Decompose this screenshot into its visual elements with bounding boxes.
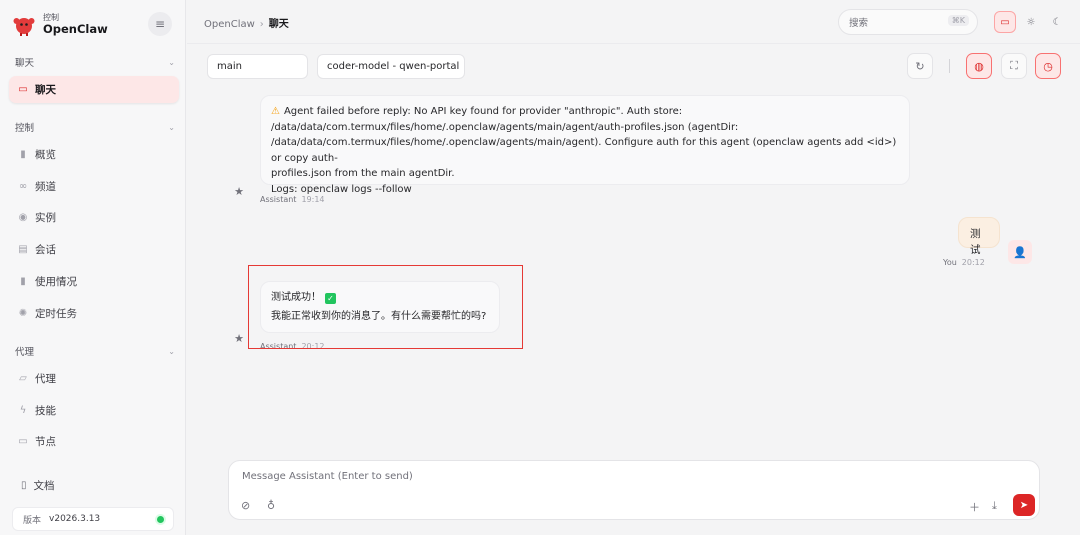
clock-icon: ◷: [1043, 59, 1053, 73]
sidebar-item-label: 聊天: [35, 84, 56, 96]
breadcrumb-current: 聊天: [268, 19, 289, 30]
composer-input[interactable]: Message Assistant (Enter to send): [242, 471, 413, 482]
theme-switcher: ▭ ☼ ☾: [994, 9, 1070, 35]
assistant-avatar: ★: [227, 326, 251, 350]
book-icon: ▯: [21, 479, 27, 491]
sidebar-item-sessions[interactable]: ▤ 会话: [9, 236, 179, 263]
sun-icon: ☼: [1026, 16, 1036, 28]
sidebar-section-control[interactable]: 控制 ⌄: [15, 120, 175, 135]
monitor-icon: ▭: [18, 436, 28, 447]
sidebar-docs-link[interactable]: ▯ 文档: [9, 472, 179, 498]
sidebar-item-usage[interactable]: ▮ 使用情况: [9, 268, 179, 295]
focus-icon: ⛶: [1010, 59, 1018, 72]
sidebar-item-label: 技能: [35, 405, 56, 417]
paperclip-icon[interactable]: ⊘: [241, 499, 250, 512]
warning-icon: ⚠: [271, 106, 280, 117]
sidebar-item-label: 节点: [35, 436, 56, 448]
folder-icon: ▱: [19, 373, 27, 384]
message-composer[interactable]: Message Assistant (Enter to send) ⊘ ♁ ＋ …: [228, 460, 1040, 520]
sidebar-item-label: 代理: [35, 373, 56, 385]
message-meta: Assistant 19:14: [260, 195, 325, 204]
document-icon: ▤: [18, 244, 28, 255]
sidebar-item-chat[interactable]: ▭ 聊天: [9, 76, 179, 103]
sidebar-section-chat[interactable]: 聊天 ⌄: [15, 55, 175, 70]
star-icon: ★: [234, 184, 244, 198]
sidebar-item-label: 使用情况: [35, 276, 77, 288]
thinking-toggle-button[interactable]: ◍: [966, 53, 992, 79]
star-icon: ★: [234, 331, 244, 345]
broadcast-icon: ◉: [18, 212, 28, 223]
user-message-bubble: 测试: [958, 217, 1000, 256]
sidebar-collapse-button[interactable]: ≡: [148, 12, 172, 36]
history-button[interactable]: ◷: [1035, 53, 1061, 79]
brain-icon: ◍: [974, 59, 984, 73]
brand[interactable]: 控制 OpenClaw: [12, 10, 108, 40]
chevron-down-icon: ⌄: [168, 122, 175, 132]
sidebar-item-agents[interactable]: ▱ 代理: [9, 365, 179, 392]
sidebar-item-label: 概览: [35, 149, 56, 161]
assistant-message-bubble: ⚠ Agent failed before reply: No API key f…: [260, 95, 910, 195]
sidebar-item-label: 定时任务: [35, 308, 77, 320]
bar-chart-icon: ▮: [20, 149, 26, 160]
assistant-avatar: ★: [227, 179, 251, 203]
sidebar-item-label: 实例: [35, 212, 56, 224]
docs-label: 文档: [33, 479, 55, 492]
plus-icon[interactable]: ＋: [969, 499, 980, 515]
search-shortcut: ⌘K: [947, 15, 969, 26]
version-label: 版本: [23, 515, 42, 526]
theme-light-button[interactable]: ☼: [1020, 11, 1042, 33]
version-badge: 版本 v2026.3.13: [12, 507, 174, 531]
session-select[interactable]: main: [207, 54, 308, 79]
topbar: OpenClaw › 聊天 搜索 ⌘K ▭ ☼ ☾: [187, 0, 1080, 44]
breadcrumb-root[interactable]: OpenClaw: [204, 19, 255, 30]
moon-icon: ☾: [1052, 16, 1062, 28]
link-icon: ∞: [18, 181, 28, 192]
message-meta: You 20:12: [943, 258, 985, 267]
refresh-button[interactable]: ↻: [907, 53, 933, 79]
bolt-icon: ϟ: [19, 405, 27, 416]
brand-name: OpenClaw: [43, 22, 108, 37]
breadcrumb: OpenClaw › 聊天: [204, 15, 289, 30]
microphone-icon[interactable]: ♁: [267, 499, 275, 512]
breadcrumb-separator: ›: [259, 19, 264, 30]
theme-system-button[interactable]: ▭: [994, 11, 1016, 33]
send-icon: ➤: [1019, 499, 1029, 511]
message-meta: Assistant 20:12: [260, 342, 325, 351]
chevron-down-icon: ⌄: [168, 346, 175, 356]
user-icon: 👤: [1013, 245, 1027, 259]
version-value: v2026.3.13: [49, 514, 101, 524]
openclaw-logo-icon: [13, 18, 35, 36]
theme-dark-button[interactable]: ☾: [1046, 11, 1068, 33]
search-placeholder: 搜索: [849, 18, 869, 29]
sidebar-item-label: 会话: [35, 244, 56, 256]
status-dot: [157, 516, 164, 523]
sidebar-item-overview[interactable]: ▮ 概览: [9, 141, 179, 168]
divider: [949, 59, 950, 73]
menu-icon: ≡: [154, 17, 166, 31]
usage-chart-icon: ▮: [20, 276, 26, 287]
send-button[interactable]: ➤: [1013, 494, 1035, 516]
refresh-icon: ↻: [915, 59, 925, 73]
chevron-down-icon: ⌄: [168, 57, 175, 67]
model-select[interactable]: coder-model - qwen-portal: [317, 54, 465, 79]
user-avatar: 👤: [1008, 240, 1032, 264]
sidebar-section-agents[interactable]: 代理 ⌄: [15, 344, 175, 359]
sidebar-item-skills[interactable]: ϟ 技能: [9, 397, 179, 424]
download-icon[interactable]: ⤓: [992, 499, 997, 513]
chat-icon: ▭: [18, 84, 28, 95]
search-input[interactable]: 搜索 ⌘K: [838, 9, 978, 35]
cron-icon: ✺: [18, 308, 28, 319]
assistant-message-bubble: 测试成功！ ✓ 我能正常收到你的消息了。有什么需要帮忙的吗?: [260, 281, 500, 333]
sidebar-item-nodes[interactable]: ▭ 节点: [9, 428, 179, 455]
sidebar-item-cron[interactable]: ✺ 定时任务: [9, 300, 179, 327]
sidebar-item-instances[interactable]: ◉ 实例: [9, 204, 179, 231]
sidebar: 控制 OpenClaw ≡ 聊天 ⌄ ▭ 聊天 控制 ⌄ ▮ 概览 ∞ 频道 ◉…: [0, 0, 186, 535]
focus-mode-button[interactable]: ⛶: [1001, 53, 1027, 79]
check-mark-icon: ✓: [325, 293, 336, 304]
sidebar-item-label: 频道: [35, 181, 56, 193]
sidebar-item-channels[interactable]: ∞ 频道: [9, 173, 179, 200]
monitor-icon: ▭: [1000, 16, 1010, 28]
